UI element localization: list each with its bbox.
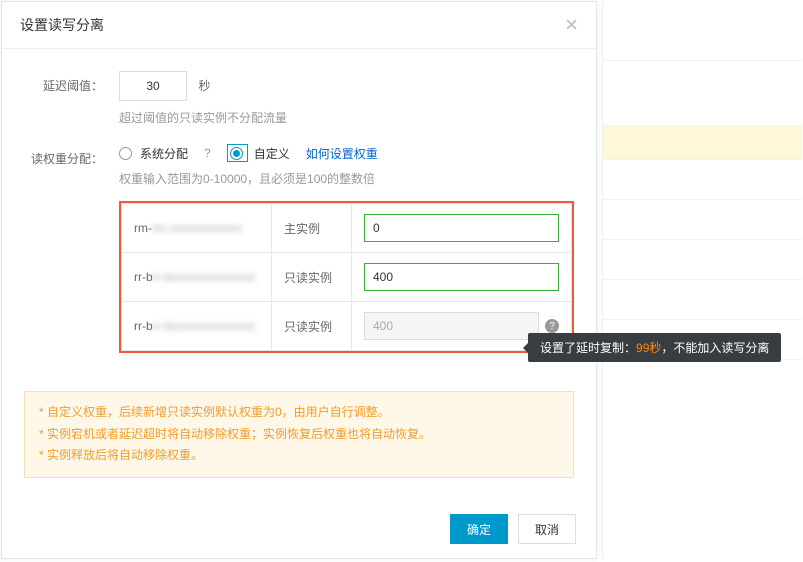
warning-line: * 实例宕机或者延迟超时将自动移除权重；实例恢复后权重也将自动恢复。: [39, 424, 559, 446]
radio-system[interactable]: [119, 147, 132, 160]
radio-custom[interactable]: [230, 147, 243, 160]
delay-threshold-row: 延迟阈值： 秒 超过阈值的只读实例不分配流量: [24, 71, 574, 126]
warning-line: * 自定义权重，后续新增只读实例默认权重为0，由用户自行调整。: [39, 402, 559, 424]
modal-title: 设置读写分离: [20, 15, 104, 35]
warning-box: * 自定义权重，后续新增只读实例默认权重为0，由用户自行调整。 * 实例宕机或者…: [24, 391, 574, 478]
weight-distribution-row: 读权重分配： 系统分配 ? 自定义 如何设置权重 权重输入范围为0-10000，…: [24, 144, 574, 187]
instance-weight-cell: [352, 204, 572, 253]
delay-threshold-content: 秒 超过阈值的只读实例不分配流量: [119, 71, 574, 126]
help-icon[interactable]: ?: [204, 146, 211, 160]
weight-hint: 权重输入范围为0-10000，且必须是100的整数倍: [119, 170, 574, 187]
instance-type-cell: 只读实例: [272, 253, 352, 302]
ok-button[interactable]: 确定: [450, 514, 508, 544]
instance-id: rm-rm-xxxxxxxxxxxx: [134, 221, 242, 235]
instance-weight-cell: [352, 253, 572, 302]
tooltip-seconds: 99秒: [636, 341, 661, 355]
weight-radio-group: 系统分配 ? 自定义 如何设置权重: [119, 144, 574, 162]
weight-distribution-content: 系统分配 ? 自定义 如何设置权重 权重输入范围为0-10000，且必须是100…: [119, 144, 574, 187]
instance-id: rr-brr-bxxxxxxxxxxxxxx: [134, 319, 255, 333]
instance-id-cell: rr-brr-bxxxxxxxxxxxxxx: [122, 302, 272, 351]
warning-line: * 实例释放后将自动移除权重。: [39, 445, 559, 467]
modal-dialog: 设置读写分离 × 延迟阈值： 秒 超过阈值的只读实例不分配流量 读权重分配： 系…: [1, 1, 597, 559]
radio-custom-wrap[interactable]: [227, 144, 248, 162]
weight-table-highlight: rm-rm-xxxxxxxxxxxx 主实例 rr-brr-bxxxxxxxxx…: [119, 201, 574, 353]
weight-distribution-label: 读权重分配：: [24, 144, 119, 167]
delay-threshold-hint: 超过阈值的只读实例不分配流量: [119, 109, 574, 126]
table-row: rr-brr-bxxxxxxxxxxxxxx 只读实例 ?: [122, 302, 572, 351]
cancel-button[interactable]: 取消: [518, 514, 576, 544]
radio-system-label: 系统分配: [140, 145, 188, 162]
modal-body: 延迟阈值： 秒 超过阈值的只读实例不分配流量 读权重分配： 系统分配 ? 自定义…: [2, 49, 596, 363]
weight-table: rm-rm-xxxxxxxxxxxx 主实例 rr-brr-bxxxxxxxxx…: [121, 203, 572, 351]
modal-footer: 确定 取消: [450, 514, 576, 544]
background-panel: [602, 1, 802, 559]
table-row: rm-rm-xxxxxxxxxxxx 主实例: [122, 204, 572, 253]
radio-custom-label: 自定义: [254, 145, 290, 162]
delay-threshold-input[interactable]: [119, 71, 187, 101]
instance-type-cell: 主实例: [272, 204, 352, 253]
tooltip-prefix: 设置了延时复制：: [540, 341, 636, 355]
help-icon[interactable]: ?: [545, 319, 559, 333]
instance-id-cell: rr-brr-bxxxxxxxxxxxxxx: [122, 253, 272, 302]
weight-input-disabled: [364, 312, 539, 340]
delay-threshold-unit: 秒: [198, 79, 210, 93]
weight-input[interactable]: [364, 214, 559, 242]
tooltip-suffix: ，不能加入读写分离: [661, 341, 769, 355]
table-row: rr-brr-bxxxxxxxxxxxxxx 只读实例: [122, 253, 572, 302]
instance-id-cell: rm-rm-xxxxxxxxxxxx: [122, 204, 272, 253]
instance-id: rr-brr-bxxxxxxxxxxxxxx: [134, 270, 255, 284]
modal-header: 设置读写分离 ×: [2, 2, 596, 49]
instance-type-cell: 只读实例: [272, 302, 352, 351]
weight-help-link[interactable]: 如何设置权重: [306, 145, 378, 162]
weight-input[interactable]: [364, 263, 559, 291]
tooltip: 设置了延时复制：99秒，不能加入读写分离: [528, 333, 781, 362]
close-button[interactable]: ×: [565, 14, 578, 36]
delay-threshold-label: 延迟阈值：: [24, 71, 119, 94]
